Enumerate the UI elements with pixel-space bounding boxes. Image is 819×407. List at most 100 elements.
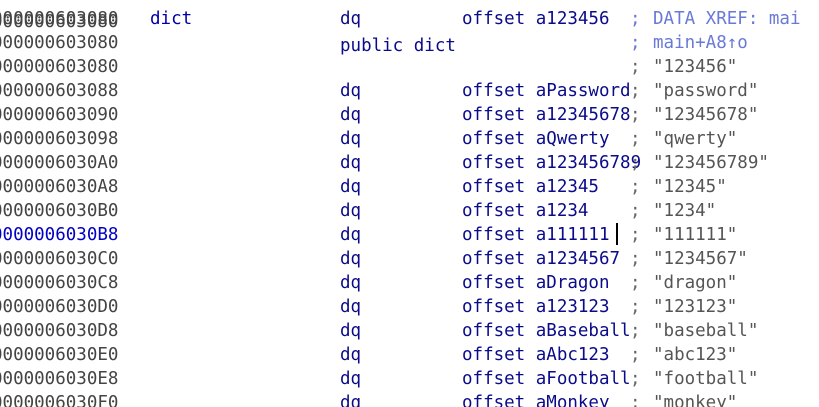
disasm-line[interactable]: 0000006030A0 dq offset a123456789; "1234567… [0,151,819,175]
string-comment: "dragon" [653,273,738,293]
string-comment: "qwerty" [653,129,738,149]
line-operand[interactable]: offset aAbc123 [462,343,610,367]
comment-marker: ; [630,321,641,341]
disasm-line[interactable]: 0000006030B0 dq offset a1234; "1234" [0,199,819,223]
comment-marker: ; [630,129,641,149]
disasm-line[interactable]: 0000006030C8 dq offset aDragon; "dragon" [0,271,819,295]
line-address[interactable]: 000000603098 [0,127,118,151]
line-address[interactable]: 000000603088 [0,79,118,103]
line-address[interactable]: 000000603080 [0,7,118,31]
disasm-line[interactable]: 000000603090 dq offset a12345678; "12345678… [0,103,819,127]
line-operand[interactable]: offset aQwerty [462,127,610,151]
line-operand[interactable]: offset aDragon [462,271,610,295]
disasm-line[interactable]: 0000006030E8 dq offset aFootball; "football… [0,367,819,391]
comment-marker: ; [630,57,641,77]
line-mnemonic: dq [340,9,362,29]
line-operand[interactable]: offset a12345 [462,175,599,199]
line-address[interactable]: 0000006030B8 [0,223,118,247]
line-address[interactable]: 0000006030F0 [0,391,118,407]
disasm-line[interactable]: 000000603080; "123456" [0,55,819,79]
disasm-line[interactable]: 000000603088 dq offset aPassword; "password… [0,79,819,103]
line-address[interactable]: 0000006030E0 [0,343,118,367]
disasm-line[interactable]: 0000006030D8 dq offset aBaseball; "baseball… [0,319,819,343]
comment-marker: ; [630,9,641,29]
string-comment: "baseball" [653,321,759,341]
line-operand[interactable]: offset aFootball [462,367,631,391]
comment-marker: ; [630,105,641,125]
line-operand[interactable]: offset a1234 [462,199,588,223]
string-comment: "monkey" [653,393,738,407]
line-operand[interactable]: offset aMonkey [462,391,610,407]
line-operand[interactable]: offset aBaseball [462,319,631,343]
disasm-line[interactable]: 0000006030A8 dq offset a12345; "12345" [0,175,819,199]
line-operand[interactable]: offset a123456 [462,7,610,31]
comment-marker: ; [630,249,641,269]
line-mnemonic: dq [340,393,362,407]
comment-marker: ; [630,297,641,317]
line-operand[interactable]: offset a123456789 [462,151,641,175]
string-comment: "111111" [653,225,738,245]
line-address[interactable]: 0000006030A0 [0,151,118,175]
comment-marker: ; [630,225,641,245]
comment-marker: ; [630,177,641,197]
string-comment: "12345" [653,177,727,197]
line-address[interactable]: 0000006030A8 [0,175,118,199]
disasm-line[interactable]: 0000006030B8 dq offset a111111; "111111" [0,223,819,247]
line-mnemonic: dq [340,201,362,221]
string-comment: "football" [653,369,759,389]
line-label[interactable]: dict [150,7,192,31]
line-address[interactable]: 000000603080 [0,55,118,79]
line-address[interactable]: 000000603080 [0,31,118,55]
line-operand[interactable]: offset a111111 [462,223,610,247]
disasm-line[interactable]: 000000603080; main+A8↑o [0,31,819,55]
line-operand[interactable]: offset a1234567 [462,247,620,271]
line-mnemonic: dq [340,81,362,101]
line-mnemonic: dq [340,321,362,341]
line-operand[interactable]: offset aPassword [462,79,631,103]
xref-comment[interactable]: DATA XREF: mai [653,7,801,31]
line-address[interactable]: 0000006030D8 [0,319,118,343]
comment-marker: ; [630,345,641,365]
disasm-line[interactable]: 000000603080 dict dq offset a123456; DATA XR… [0,7,819,31]
line-address[interactable]: 0000006030C0 [0,247,118,271]
text-cursor [616,223,618,245]
line-operand[interactable]: offset a123123 [462,295,610,319]
line-address[interactable]: 0000006030D0 [0,295,118,319]
string-comment: "123456" [653,57,738,77]
disasm-line[interactable]: 0000006030C0 dq offset a1234567; "1234567" [0,247,819,271]
line-mnemonic: dq [340,225,362,245]
line-address[interactable]: 0000006030C8 [0,271,118,295]
comment-marker: ; [630,369,641,389]
disassembly-view[interactable]: 000000603080 public dict 000000603080 dic… [0,0,819,407]
string-comment: "password" [653,81,759,101]
string-comment: "1234567" [653,249,748,269]
line-address[interactable]: 000000603090 [0,103,118,127]
disasm-line[interactable]: 0000006030F0 dq offset aMonkey; "monkey" [0,391,819,407]
line-mnemonic: dq [340,105,362,125]
comment-marker: ; [630,201,641,221]
line-mnemonic: dq [340,177,362,197]
disasm-line[interactable]: 0000006030E0 dq offset aAbc123; "abc123" [0,343,819,367]
comment-marker: ; [630,393,641,407]
comment-marker: ; [630,33,641,53]
line-mnemonic: dq [340,249,362,269]
comment-marker: ; [630,273,641,293]
disasm-line[interactable]: 0000006030D0 dq offset a123123; "123123" [0,295,819,319]
string-comment: "1234" [653,201,717,221]
string-comment: "123123" [653,297,738,317]
line-mnemonic: dq [340,297,362,317]
line-mnemonic: dq [340,273,362,293]
string-comment: "12345678" [653,105,759,125]
string-comment: "abc123" [653,345,738,365]
comment-marker: ; [630,153,641,173]
comment-marker: ; [630,81,641,101]
disasm-line[interactable]: 000000603098 dq offset aQwerty; "qwerty" [0,127,819,151]
line-address[interactable]: 0000006030E8 [0,367,118,391]
string-comment: "123456789" [653,153,769,173]
line-mnemonic: dq [340,369,362,389]
line-mnemonic: dq [340,129,362,149]
line-address[interactable]: 0000006030B0 [0,199,118,223]
line-mnemonic: dq [340,345,362,365]
line-operand[interactable]: offset a12345678 [462,103,631,127]
xref-comment[interactable]: main+A8↑o [653,31,748,55]
